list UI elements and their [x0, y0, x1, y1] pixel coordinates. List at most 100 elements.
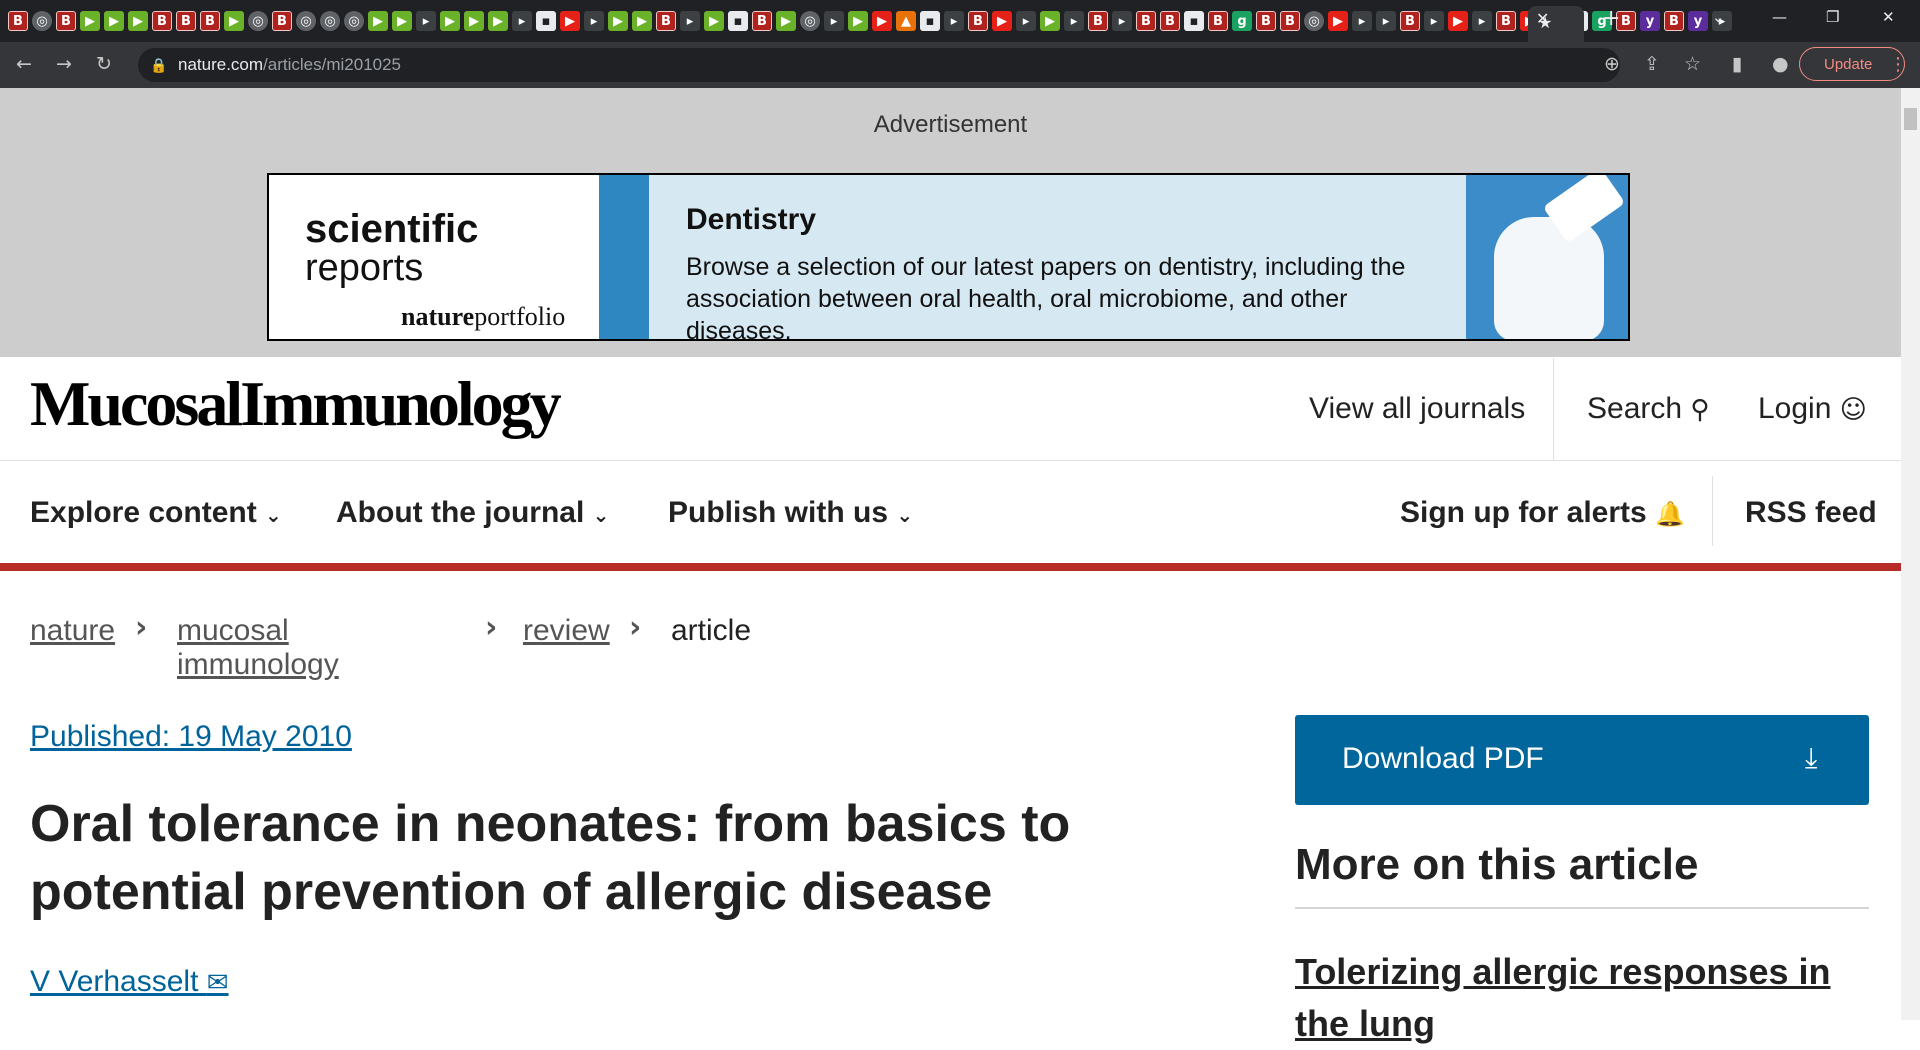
generic-favicon-icon[interactable]: ▪ — [920, 11, 940, 31]
play-favicon-icon[interactable]: ▶ — [632, 11, 652, 31]
ad-banner[interactable]: scientific reports natureportfolio Denti… — [267, 173, 1630, 341]
new-tab-button[interactable]: + — [1602, 6, 1620, 31]
circle-favicon-icon[interactable]: ◎ — [320, 11, 340, 31]
arrow-favicon-icon[interactable]: ▸ — [1016, 11, 1036, 31]
generic-favicon-icon[interactable]: ▪ — [728, 11, 748, 31]
play-favicon-icon[interactable]: ▶ — [80, 11, 100, 31]
published-date[interactable]: Published: 19 May 2010 — [30, 720, 352, 754]
circle-favicon-icon[interactable]: ◎ — [296, 11, 316, 31]
arrow-favicon-icon[interactable]: ▸ — [1064, 11, 1084, 31]
journal-logo[interactable]: MucosalImmunology — [30, 367, 562, 441]
search-button[interactable]: Search ⚲ — [1587, 392, 1709, 426]
url-text[interactable]: nature.com/articles/mi201025 — [178, 55, 401, 75]
share-icon[interactable]: ⇪ — [1644, 53, 1660, 75]
b-favicon-icon[interactable]: B — [968, 11, 988, 31]
circle-favicon-icon[interactable]: ◎ — [32, 11, 52, 31]
b-favicon-icon[interactable]: B — [8, 11, 28, 31]
lock-icon[interactable]: 🔒 — [150, 58, 167, 74]
b-favicon-icon[interactable]: B — [1208, 11, 1228, 31]
arrow-favicon-icon[interactable]: ▸ — [1352, 11, 1372, 31]
tab-close-icon[interactable]: ✕ — [1536, 9, 1549, 28]
nav-publish[interactable]: Publish with us ⌄ — [668, 496, 913, 530]
page-scrollbar[interactable] — [1901, 88, 1920, 1020]
b-favicon-icon[interactable]: B — [200, 11, 220, 31]
b-favicon-icon[interactable]: B — [752, 11, 772, 31]
youtube-favicon-icon[interactable]: ▶ — [560, 11, 580, 31]
download-pdf-button[interactable]: Download PDF ⤓ — [1295, 715, 1869, 805]
circle-favicon-icon[interactable]: ◎ — [800, 11, 820, 31]
arrow-favicon-icon[interactable]: ▸ — [584, 11, 604, 31]
profile-icon[interactable]: ● — [1772, 53, 1789, 75]
play-favicon-icon[interactable]: ▶ — [704, 11, 724, 31]
orange-favicon-icon[interactable]: ▲ — [896, 11, 916, 31]
b-favicon-icon[interactable]: B — [176, 11, 196, 31]
view-all-journals-link[interactable]: View all journals — [1309, 392, 1525, 426]
nav-sign-up-alerts[interactable]: Sign up for alerts 🔔 — [1400, 496, 1685, 530]
play-favicon-icon[interactable]: ▶ — [608, 11, 628, 31]
arrow-favicon-icon[interactable]: ▸ — [680, 11, 700, 31]
back-icon[interactable]: ← — [16, 53, 32, 75]
nav-about-journal[interactable]: About the journal ⌄ — [336, 496, 609, 530]
restore-icon[interactable]: ❐ — [1826, 8, 1839, 26]
arrow-favicon-icon[interactable]: ▸ — [1472, 11, 1492, 31]
zoom-icon[interactable]: ⊕ — [1604, 53, 1620, 75]
youtube-favicon-icon[interactable]: ▶ — [1448, 11, 1468, 31]
play-favicon-icon[interactable]: ▶ — [848, 11, 868, 31]
b-favicon-icon[interactable]: B — [1256, 11, 1276, 31]
arrow-favicon-icon[interactable]: ▸ — [824, 11, 844, 31]
reload-icon[interactable]: ↻ — [96, 53, 112, 75]
b-favicon-icon[interactable]: B — [56, 11, 76, 31]
circle-favicon-icon[interactable]: ◎ — [344, 11, 364, 31]
b-favicon-icon[interactable]: B — [656, 11, 676, 31]
arrow-favicon-icon[interactable]: ▸ — [416, 11, 436, 31]
g-favicon-icon[interactable]: g — [1232, 11, 1252, 31]
play-favicon-icon[interactable]: ▶ — [104, 11, 124, 31]
generic-favicon-icon[interactable]: ▪ — [1184, 11, 1204, 31]
circle-favicon-icon[interactable]: ◎ — [1304, 11, 1324, 31]
breadcrumb-nature[interactable]: nature — [30, 614, 115, 648]
b-favicon-icon[interactable]: B — [272, 11, 292, 31]
author-link[interactable]: V Verhasselt ✉ — [30, 965, 229, 999]
b-favicon-icon[interactable]: B — [1160, 11, 1180, 31]
play-favicon-icon[interactable]: ▶ — [1040, 11, 1060, 31]
b-favicon-icon[interactable]: B — [152, 11, 172, 31]
b-favicon-icon[interactable]: B — [1088, 11, 1108, 31]
arrow-favicon-icon[interactable]: ▸ — [944, 11, 964, 31]
play-favicon-icon[interactable]: ▶ — [464, 11, 484, 31]
minimize-icon[interactable]: — — [1772, 8, 1787, 26]
mail-icon[interactable]: ✉ — [207, 968, 229, 998]
b-favicon-icon[interactable]: B — [1400, 11, 1420, 31]
circle-favicon-icon[interactable]: ◎ — [248, 11, 268, 31]
nav-explore-content[interactable]: Explore content ⌄ — [30, 496, 282, 530]
play-favicon-icon[interactable]: ▶ — [488, 11, 508, 31]
play-favicon-icon[interactable]: ▶ — [440, 11, 460, 31]
play-favicon-icon[interactable]: ▶ — [392, 11, 412, 31]
menu-dots-icon[interactable]: ⋮ — [1889, 54, 1907, 75]
b-favicon-icon[interactable]: B — [1664, 11, 1684, 31]
breadcrumb-review[interactable]: review — [523, 614, 610, 648]
play-favicon-icon[interactable]: ▶ — [776, 11, 796, 31]
play-favicon-icon[interactable]: ▶ — [224, 11, 244, 31]
yahoo-favicon-icon[interactable]: y — [1640, 11, 1660, 31]
login-button[interactable]: Login ☺ — [1758, 392, 1867, 426]
arrow-favicon-icon[interactable]: ▸ — [512, 11, 532, 31]
nav-rss-feed[interactable]: RSS feed — [1745, 496, 1877, 530]
b-favicon-icon[interactable]: B — [1136, 11, 1156, 31]
youtube-favicon-icon[interactable]: ▶ — [1328, 11, 1348, 31]
b-favicon-icon[interactable]: B — [1496, 11, 1516, 31]
tab-search-chevron-icon[interactable]: ⌄ — [1712, 8, 1725, 26]
arrow-favicon-icon[interactable]: ▸ — [1376, 11, 1396, 31]
generic-favicon-icon[interactable]: ▪ — [536, 11, 556, 31]
related-article-link[interactable]: Tolerizing allergic responses in the lun… — [1295, 946, 1869, 1050]
youtube-favicon-icon[interactable]: ▶ — [992, 11, 1012, 31]
yahoo-favicon-icon[interactable]: y — [1688, 11, 1708, 31]
scrollbar-thumb[interactable] — [1904, 108, 1917, 130]
bookmark-star-icon[interactable]: ☆ — [1684, 53, 1701, 75]
b-favicon-icon[interactable]: B — [1280, 11, 1300, 31]
forward-icon[interactable]: → — [56, 53, 72, 75]
arrow-favicon-icon[interactable]: ▸ — [1112, 11, 1132, 31]
play-favicon-icon[interactable]: ▶ — [368, 11, 388, 31]
side-panel-icon[interactable]: ▮ — [1732, 53, 1742, 75]
breadcrumb-mucosal-immunology[interactable]: mucosal immunology — [177, 614, 339, 682]
arrow-favicon-icon[interactable]: ▸ — [1424, 11, 1444, 31]
